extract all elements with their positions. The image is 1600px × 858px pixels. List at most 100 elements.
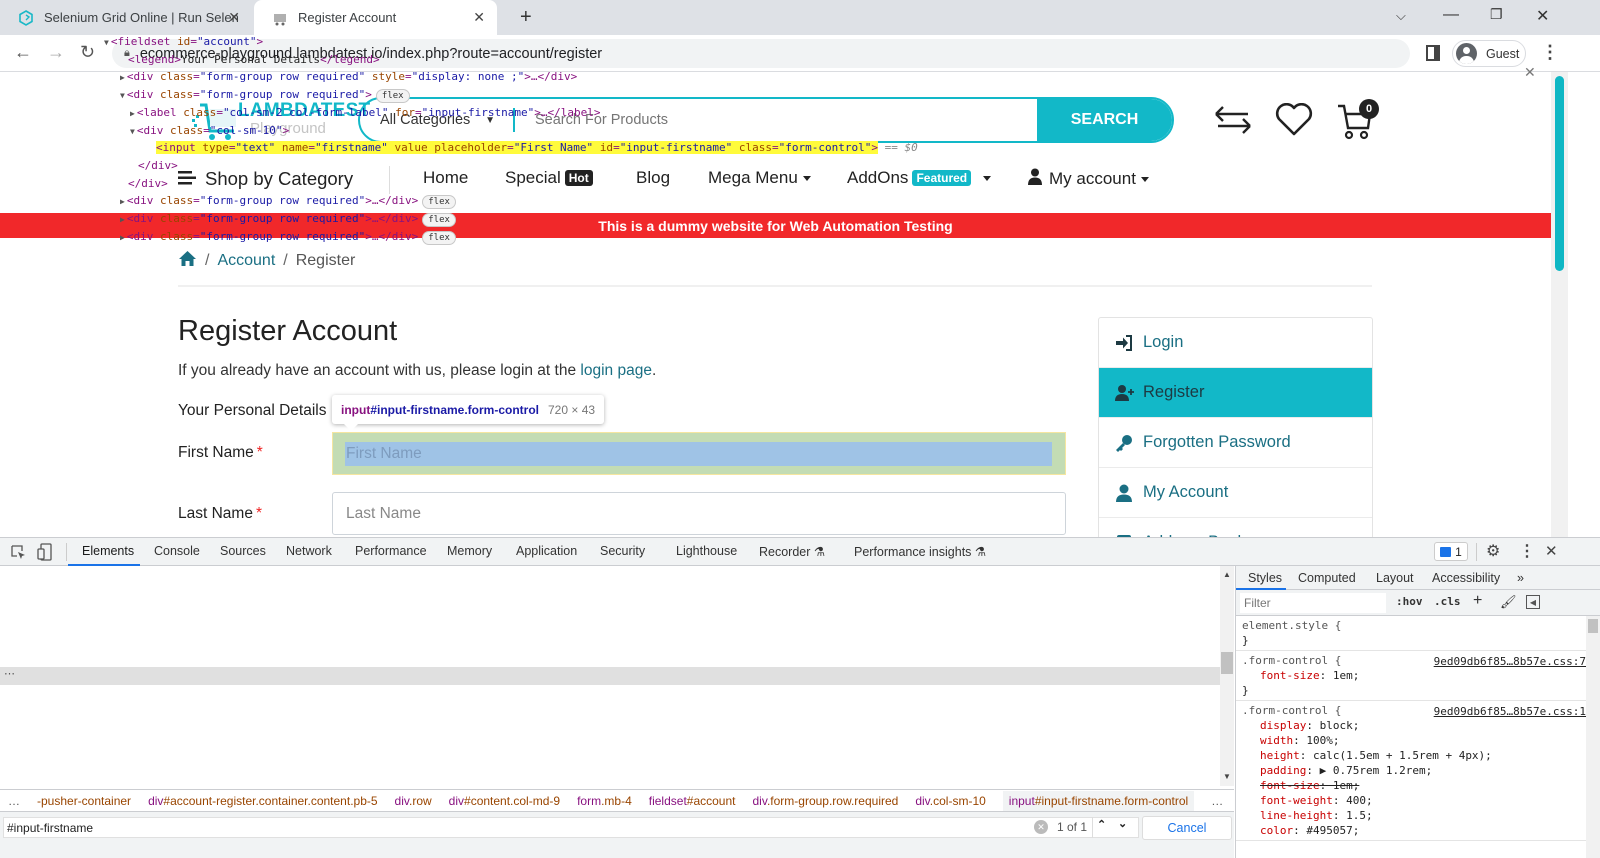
device-toolbar-icon[interactable]	[37, 543, 53, 566]
more-tabs-icon[interactable]: »	[1517, 571, 1524, 585]
expand-toggle-icon[interactable]: ▶	[120, 215, 125, 224]
sidebar-item-register[interactable]: Register	[1099, 368, 1372, 418]
cls-toggle[interactable]: .cls	[1434, 595, 1461, 608]
expand-toggle-icon[interactable]: ▶	[120, 197, 125, 206]
devtools-tab-elements[interactable]: Elements	[82, 544, 134, 558]
breadcrumb-account[interactable]: Account	[217, 252, 275, 270]
tab-computed[interactable]: Computed	[1298, 571, 1356, 585]
row-actions-icon[interactable]: ⋯	[4, 667, 15, 680]
stylesheet-link[interactable]: 9ed09db6f85…8b57e.css:1	[1434, 704, 1586, 719]
dom-node[interactable]: ▶ <div class="form-group row required">…<…	[120, 192, 456, 210]
dom-node[interactable]: ▼ <div class="col-sm-10">	[130, 122, 289, 139]
devtools-tab-performance-insights[interactable]: Performance insights ⚗	[854, 544, 986, 559]
flex-badge[interactable]: flex	[422, 213, 456, 227]
dom-search-input[interactable]: #input-firstname	[3, 817, 1139, 838]
next-match-icon[interactable]: ⌄	[1118, 817, 1127, 830]
first-name-input-content[interactable]: First Name	[345, 442, 1052, 466]
devtools-close-icon[interactable]: ✕	[1545, 542, 1558, 560]
dom-breadcrumb-item[interactable]: -pusher-container	[37, 794, 131, 808]
sidebar-item-login[interactable]: Login	[1099, 318, 1372, 368]
settings-gear-icon[interactable]: ⚙	[1486, 541, 1500, 561]
devtools-tab-recorder[interactable]: Recorder ⚗	[759, 544, 825, 559]
sidebar-item-forgotten-password[interactable]: Forgotten Password	[1099, 418, 1372, 468]
expand-toggle-icon[interactable]: ▶	[130, 109, 135, 118]
dom-breadcrumb-item[interactable]: div.form-group.row.required	[752, 794, 898, 808]
close-tab-icon[interactable]: ✕	[473, 9, 485, 26]
expand-toggle-icon[interactable]: ▼	[130, 127, 135, 136]
new-rule-icon[interactable]: +	[1473, 592, 1482, 610]
dom-breadcrumb-item[interactable]: div.row	[395, 794, 432, 808]
chrome-menu-icon[interactable]: ⋮	[1541, 42, 1559, 63]
expand-toggle-icon[interactable]: ▶	[120, 233, 125, 242]
close-icon[interactable]: ✕	[1524, 64, 1536, 81]
stylesheet-link[interactable]: 9ed09db6f85…8b57e.css:7	[1434, 654, 1586, 669]
tab-layout[interactable]: Layout	[1376, 571, 1414, 585]
close-tab-icon[interactable]: ✕	[228, 9, 240, 26]
devtools-tab-network[interactable]: Network	[286, 544, 332, 558]
issues-button[interactable]: 1	[1434, 542, 1468, 561]
side-panel-icon[interactable]	[1426, 45, 1440, 61]
dom-breadcrumb-item[interactable]: form.mb-4	[577, 794, 632, 808]
tab-accessibility[interactable]: Accessibility	[1432, 571, 1500, 585]
wishlist-heart-icon[interactable]	[1275, 102, 1313, 142]
flex-badge[interactable]: flex	[375, 89, 410, 104]
dom-node[interactable]: ▼ <fieldset id="account">	[104, 33, 263, 50]
expand-toggle-icon[interactable]: ▼	[104, 38, 109, 47]
dom-node[interactable]: ▶ <div class="form-group row required">…<…	[120, 210, 456, 227]
clear-search-icon[interactable]: ✕	[1034, 820, 1048, 834]
cancel-search-button[interactable]: Cancel	[1142, 816, 1232, 840]
dom-node[interactable]: ▼ <div class="form-group row required"> fl…	[120, 86, 410, 104]
expand-toggle-icon[interactable]: ▼	[120, 91, 125, 100]
new-tab-button[interactable]: +	[520, 6, 532, 29]
devtools-tab-console[interactable]: Console	[154, 544, 200, 558]
devtools-menu-icon[interactable]: ⋮	[1519, 541, 1535, 561]
dom-node[interactable]: </div>	[128, 175, 168, 192]
profile-button[interactable]: Guest	[1452, 40, 1526, 67]
restore-icon[interactable]: ❐	[1490, 6, 1503, 23]
dom-node-selected[interactable]: <input type="text" name="firstname" valu…	[156, 139, 918, 156]
dom-breadcrumb-item[interactable]: div#account-register.container.content.p…	[148, 794, 377, 808]
dom-breadcrumb-item[interactable]: div.col-sm-10	[915, 794, 985, 808]
dom-node[interactable]: ▶ <label class="col-sm-2 col-form-label" …	[130, 104, 600, 121]
home-icon[interactable]	[178, 250, 197, 272]
styles-scrollbar[interactable]	[1586, 616, 1600, 858]
login-page-link[interactable]: login page	[580, 362, 652, 379]
flex-badge[interactable]: flex	[422, 195, 456, 210]
css-rule[interactable]: element.style {}	[1236, 616, 1600, 651]
dom-node[interactable]: ▶ <div class="form-group row required" st…	[120, 68, 577, 85]
breadcrumb-overflow-icon[interactable]: …	[1211, 794, 1223, 808]
devtools-tab-security[interactable]: Security	[600, 544, 645, 558]
styles-filter-input[interactable]: Filter	[1240, 593, 1386, 613]
dom-node[interactable]: </fieldset>	[112, 245, 185, 249]
devtools-tab-sources[interactable]: Sources	[220, 544, 266, 558]
tab-search-icon[interactable]: ⌵	[1396, 8, 1406, 24]
devtools-tab-application[interactable]: Application	[516, 544, 577, 558]
elements-scrollbar[interactable]: ▲ ▼	[1220, 566, 1234, 786]
expand-toggle-icon[interactable]: ▶	[120, 73, 125, 82]
dom-breadcrumb-item[interactable]: fieldset#account	[649, 794, 736, 808]
devtools-tab-lighthouse[interactable]: Lighthouse	[676, 544, 737, 558]
css-rule[interactable]: .form-control {9ed09db6f85…8b57e.css:1 di…	[1236, 701, 1600, 841]
dom-node[interactable]: ▶ <div class="form-group row required">…<…	[120, 228, 456, 245]
previous-match-icon[interactable]: ⌃	[1097, 818, 1106, 831]
last-name-input[interactable]: Last Name	[332, 492, 1066, 535]
paint-icon[interactable]: 🖌︎	[1500, 594, 1517, 610]
minimize-icon[interactable]: —	[1443, 6, 1459, 24]
devtools-tab-performance[interactable]: Performance	[355, 544, 427, 558]
flex-badge[interactable]: flex	[422, 230, 456, 245]
dom-node[interactable]: </div>	[138, 157, 178, 174]
dom-breadcrumb-item[interactable]: input#input-firstname.form-control	[1002, 790, 1195, 811]
hov-toggle[interactable]: :hov	[1396, 595, 1423, 608]
toggle-sidebar-icon[interactable]: ◀	[1526, 595, 1540, 609]
breadcrumb-overflow-icon[interactable]: …	[8, 794, 20, 808]
dom-breadcrumb-item[interactable]: div#content.col-md-9	[449, 794, 560, 808]
styles-pane: Styles Computed Layout Accessibility » F…	[1235, 566, 1600, 858]
sidebar-item-my-account[interactable]: My Account	[1099, 468, 1372, 518]
tab-styles[interactable]: Styles	[1248, 571, 1282, 585]
css-rule[interactable]: .form-control {9ed09db6f85…8b57e.css:7 fo…	[1236, 651, 1600, 701]
window-close-icon[interactable]: ✕	[1536, 6, 1549, 26]
dom-node[interactable]: <legend>Your Personal Details</legend>	[128, 51, 380, 68]
inspect-element-icon[interactable]	[10, 544, 26, 565]
page-scrollbar[interactable]	[1551, 72, 1568, 537]
devtools-tab-memory[interactable]: Memory	[447, 544, 492, 558]
